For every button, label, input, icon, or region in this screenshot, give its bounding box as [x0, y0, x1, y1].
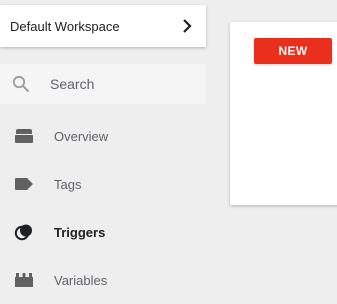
search-icon: [12, 75, 30, 93]
sidebar-item-variables[interactable]: Variables: [0, 256, 206, 304]
workspace-selector[interactable]: Default Workspace: [0, 5, 206, 47]
chevron-right-icon: [183, 19, 192, 33]
sidebar-item-label: Triggers: [54, 224, 106, 240]
sidebar-item-label: Overview: [54, 128, 109, 144]
sidebar-item-label: Variables: [54, 272, 108, 288]
variables-icon: [14, 270, 34, 290]
sidebar-item-label: Tags: [54, 176, 82, 192]
triggers-icon: [14, 222, 34, 242]
content-panel: NEW: [230, 22, 337, 205]
workspace-label: Default Workspace: [10, 18, 120, 34]
sidebar-item-tags[interactable]: Tags: [0, 160, 206, 208]
sidebar-nav: Overview Tags Triggers Variables: [0, 112, 206, 304]
search-box[interactable]: [0, 64, 206, 104]
overview-icon: [14, 126, 34, 146]
sidebar-item-triggers[interactable]: Triggers: [0, 208, 206, 256]
search-input[interactable]: [50, 76, 190, 92]
sidebar-item-overview[interactable]: Overview: [0, 112, 206, 160]
new-button[interactable]: NEW: [254, 38, 332, 64]
tag-icon: [14, 174, 34, 194]
